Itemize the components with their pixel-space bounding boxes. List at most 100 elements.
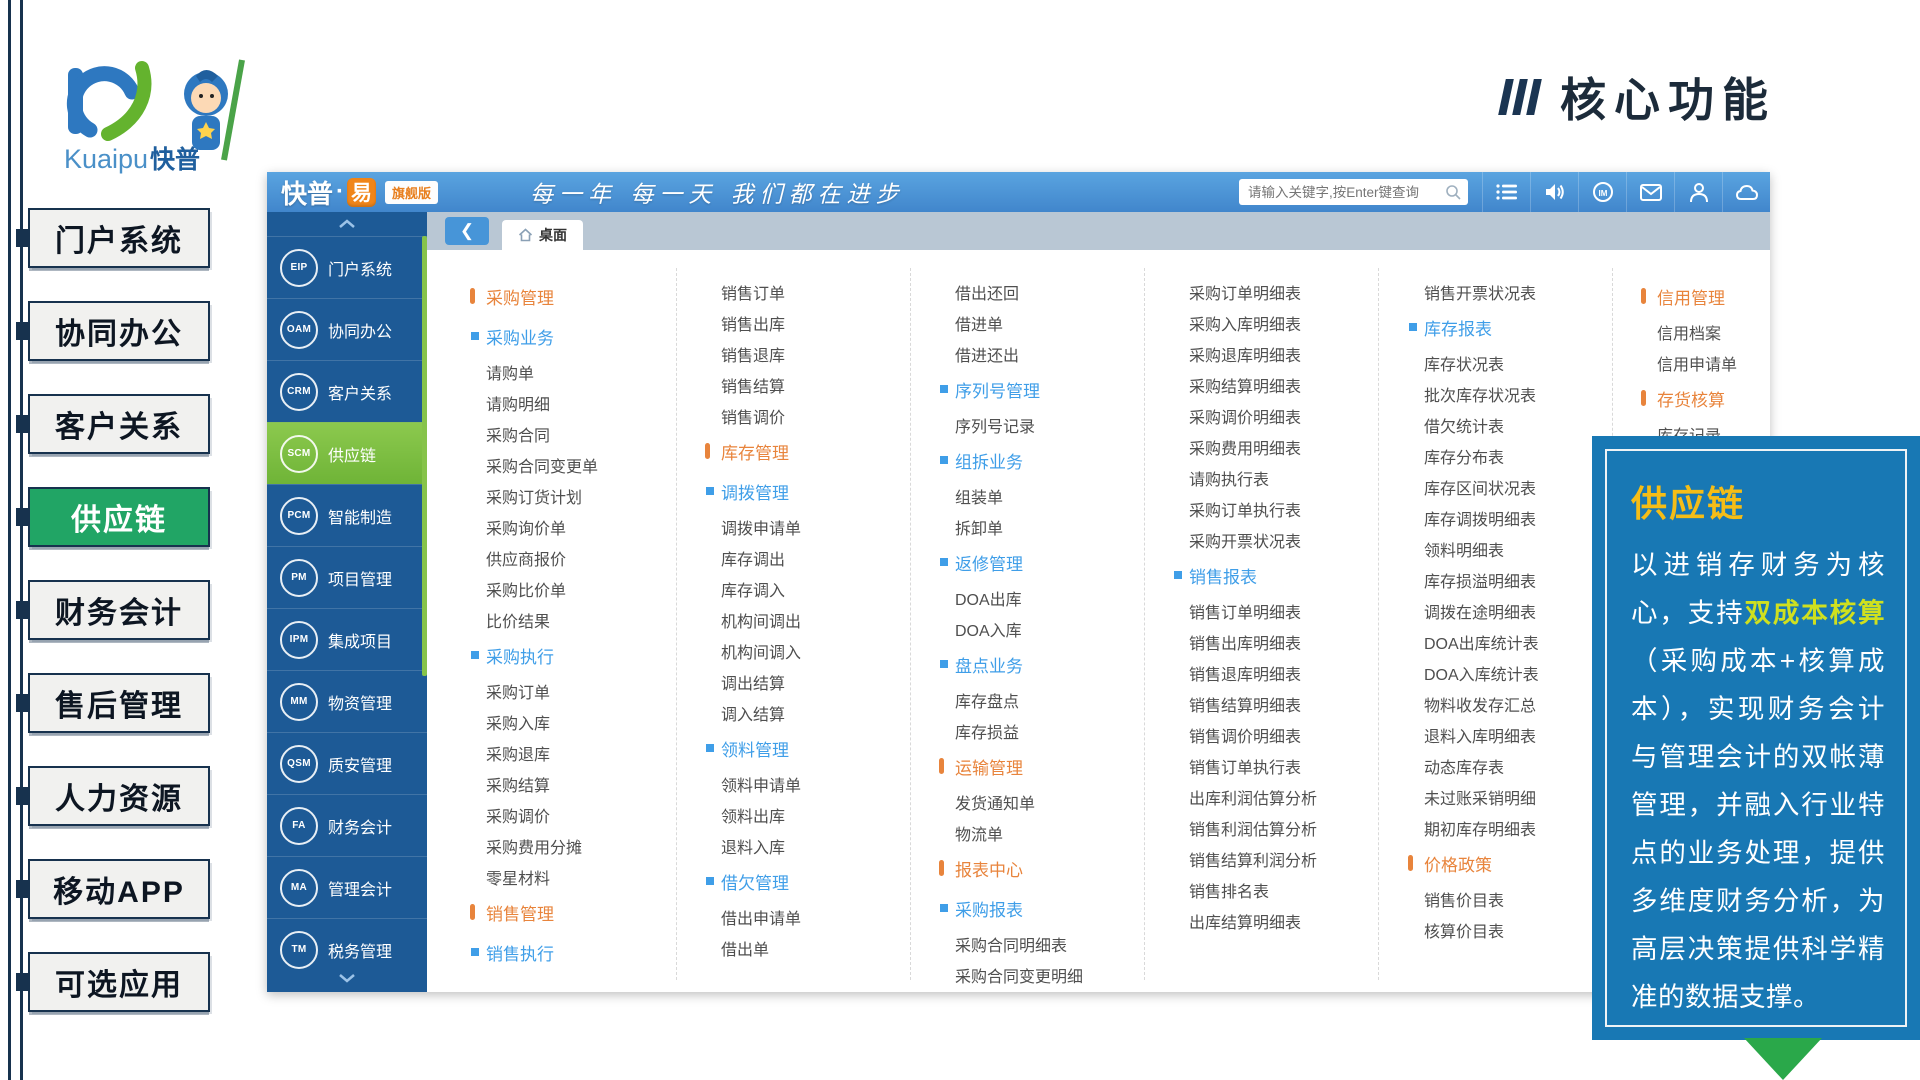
menu-item[interactable]: 调拨申请单: [705, 511, 801, 542]
menu-item[interactable]: 库存损益: [939, 715, 1083, 746]
left-nav-item[interactable]: 协同办公: [28, 301, 210, 361]
tab-desktop[interactable]: 桌面: [502, 220, 583, 250]
menu-item[interactable]: 退料入库: [705, 830, 801, 861]
menu-section-header[interactable]: 销售执行: [470, 932, 598, 972]
sidebar-module-item[interactable]: EIP门户系统: [267, 236, 427, 298]
menu-item[interactable]: 发货通知单: [939, 786, 1083, 817]
menu-item[interactable]: 采购订货计划: [470, 480, 598, 511]
menu-item[interactable]: 销售结算: [705, 369, 801, 400]
menu-item[interactable]: 采购结算明细表: [1173, 369, 1317, 400]
menu-item[interactable]: 销售退库: [705, 338, 801, 369]
sidebar-module-item[interactable]: CRM客户关系: [267, 360, 427, 422]
mail-icon[interactable]: [1626, 172, 1674, 212]
menu-section-header[interactable]: 库存报表: [1408, 307, 1539, 347]
menu-item[interactable]: 请购明细: [470, 387, 598, 418]
menu-item[interactable]: 采购开票状况表: [1173, 524, 1317, 555]
sidebar-module-item[interactable]: IPM集成项目: [267, 608, 427, 670]
menu-item[interactable]: 机构间调入: [705, 635, 801, 666]
menu-section-header[interactable]: 库存管理: [705, 431, 801, 471]
menu-item[interactable]: 调出结算: [705, 666, 801, 697]
menu-item[interactable]: DOA入库: [939, 613, 1083, 644]
left-nav-item[interactable]: 人力资源: [28, 766, 210, 826]
menu-section-header[interactable]: 采购执行: [470, 635, 598, 675]
menu-item[interactable]: 采购合同明细表: [939, 928, 1083, 959]
menu-item[interactable]: 借进单: [939, 307, 1083, 338]
sidebar-scroll-up[interactable]: [267, 212, 427, 236]
menu-item[interactable]: 借欠统计表: [1408, 409, 1539, 440]
menu-item[interactable]: 信用申请单: [1641, 347, 1737, 378]
menu-item[interactable]: 销售排名表: [1173, 874, 1317, 905]
menu-item[interactable]: 借出单: [705, 932, 801, 963]
menu-item[interactable]: 采购合同变更明细: [939, 959, 1083, 990]
menu-item[interactable]: 库存调出: [705, 542, 801, 573]
sidebar-module-item[interactable]: QSM质安管理: [267, 732, 427, 794]
menu-item[interactable]: 采购合同: [470, 418, 598, 449]
menu-item[interactable]: DOA入库统计表: [1408, 657, 1539, 688]
menu-item[interactable]: 序列号记录: [939, 409, 1083, 440]
menu-section-header[interactable]: 领料管理: [705, 728, 801, 768]
menu-item[interactable]: 库存调拨明细表: [1408, 502, 1539, 533]
menu-section-header[interactable]: 销售管理: [470, 892, 598, 932]
menu-item[interactable]: 采购费用分摊: [470, 830, 598, 861]
menu-section-header[interactable]: 价格政策: [1408, 843, 1539, 883]
menu-item[interactable]: 销售开票状况表: [1408, 276, 1539, 307]
menu-item[interactable]: 动态库存表: [1408, 750, 1539, 781]
menu-item[interactable]: 库存状况表: [1408, 347, 1539, 378]
menu-item[interactable]: 机构间调出: [705, 604, 801, 635]
left-nav-item[interactable]: 门户系统: [28, 208, 210, 268]
menu-section-header[interactable]: 存货核算: [1641, 378, 1737, 418]
menu-item[interactable]: 销售订单: [705, 276, 801, 307]
menu-item[interactable]: 采购入库明细表: [1173, 307, 1317, 338]
menu-section-header[interactable]: 返修管理: [939, 542, 1083, 582]
menu-item[interactable]: 零星材料: [470, 861, 598, 892]
menu-item[interactable]: 采购调价明细表: [1173, 400, 1317, 431]
menu-item[interactable]: 销售调价: [705, 400, 801, 431]
menu-section-header[interactable]: 运输管理: [939, 746, 1083, 786]
menu-item[interactable]: 采购结算: [470, 768, 598, 799]
menu-item[interactable]: 借出申请单: [705, 901, 801, 932]
menu-item[interactable]: 核算价目表: [1408, 914, 1539, 945]
menu-item[interactable]: 组装单: [939, 480, 1083, 511]
menu-item[interactable]: 销售利润估算分析: [1173, 812, 1317, 843]
menu-item[interactable]: 采购询价单: [470, 511, 598, 542]
menu-item[interactable]: 期初库存明细表: [1408, 812, 1539, 843]
sidebar-scroll-down[interactable]: [267, 966, 427, 990]
menu-section-header[interactable]: 盘点业务: [939, 644, 1083, 684]
sidebar-module-item[interactable]: OAM协同办公: [267, 298, 427, 360]
menu-item[interactable]: 采购退库明细表: [1173, 338, 1317, 369]
menu-item[interactable]: 供应商报价: [470, 542, 598, 573]
sidebar-module-item[interactable]: FA财务会计: [267, 794, 427, 856]
sidebar-module-item[interactable]: PM项目管理: [267, 546, 427, 608]
im-icon[interactable]: IM: [1578, 172, 1626, 212]
left-nav-item[interactable]: 客户关系: [28, 394, 210, 454]
search-icon[interactable]: [1445, 184, 1461, 200]
menu-item[interactable]: 采购入库: [470, 706, 598, 737]
menu-item[interactable]: DOA出库统计表: [1408, 626, 1539, 657]
menu-item[interactable]: 库存调入: [705, 573, 801, 604]
menu-item[interactable]: 销售调价明细表: [1173, 719, 1317, 750]
menu-item[interactable]: 信用档案: [1641, 316, 1737, 347]
menu-item[interactable]: 销售出库: [705, 307, 801, 338]
menu-item[interactable]: 借出还回: [939, 276, 1083, 307]
list-icon[interactable]: [1482, 172, 1530, 212]
menu-item[interactable]: 批次库存状况表: [1408, 378, 1539, 409]
menu-item[interactable]: 采购退库: [470, 737, 598, 768]
menu-item[interactable]: 销售结算明细表: [1173, 688, 1317, 719]
cloud-icon[interactable]: [1722, 172, 1770, 212]
menu-section-header[interactable]: 采购报表: [939, 888, 1083, 928]
menu-item[interactable]: 请购执行表: [1173, 462, 1317, 493]
sidebar-module-item[interactable]: MM物资管理: [267, 670, 427, 732]
sidebar-module-item[interactable]: MA管理会计: [267, 856, 427, 918]
left-nav-item[interactable]: 可选应用: [28, 952, 210, 1012]
sidebar-module-item[interactable]: SCM供应链: [267, 422, 427, 484]
menu-item[interactable]: 物流单: [939, 817, 1083, 848]
menu-section-header[interactable]: 组拆业务: [939, 440, 1083, 480]
menu-item[interactable]: 采购调价: [470, 799, 598, 830]
left-nav-item[interactable]: 售后管理: [28, 673, 210, 733]
menu-item[interactable]: 未过账采销明细: [1408, 781, 1539, 812]
left-nav-item[interactable]: 移动APP: [28, 859, 210, 919]
menu-item[interactable]: 库存区间状况表: [1408, 471, 1539, 502]
menu-item[interactable]: 采购合同变更单: [470, 449, 598, 480]
menu-item[interactable]: 销售价目表: [1408, 883, 1539, 914]
menu-item[interactable]: 比价结果: [470, 604, 598, 635]
